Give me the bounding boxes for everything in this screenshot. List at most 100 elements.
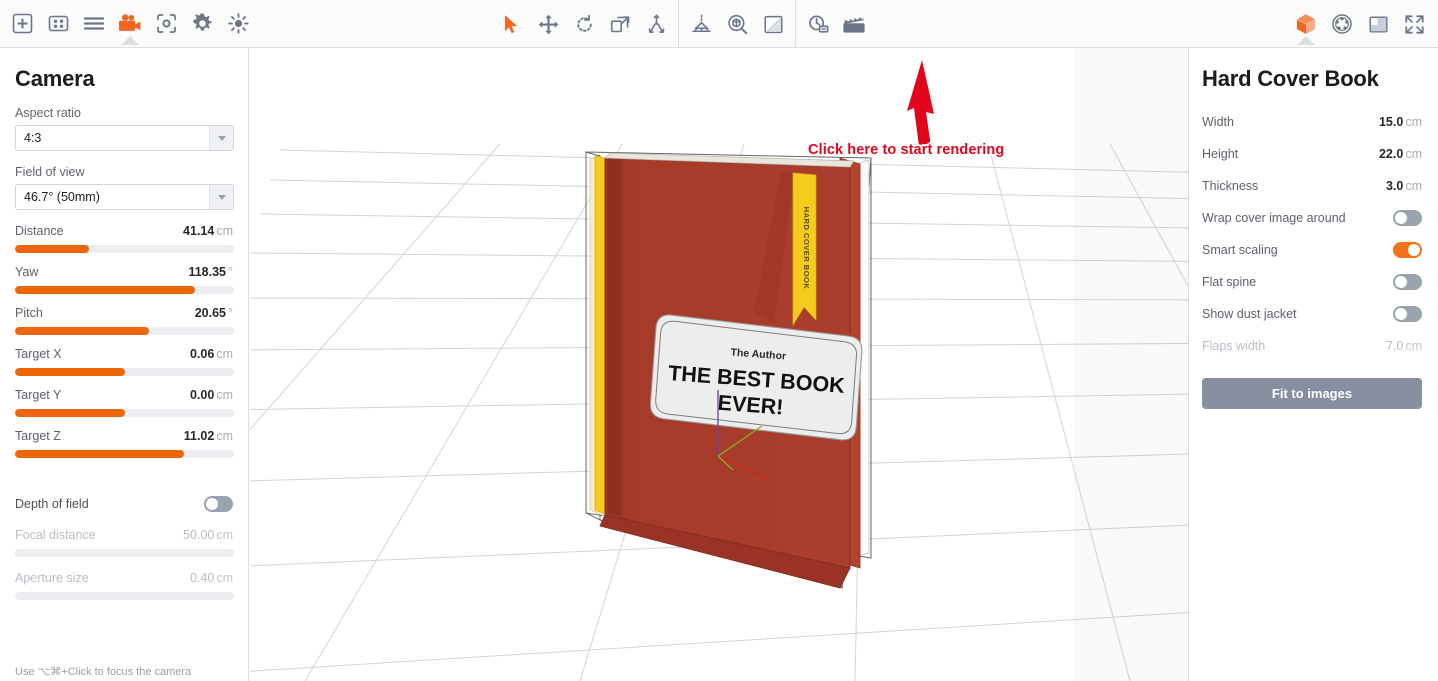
book-ribbon-text: HARD COVER BOOK xyxy=(802,207,811,290)
slider-label: Target Y xyxy=(15,388,62,402)
slider-track xyxy=(15,592,234,600)
toggle-row-smart-scaling: Smart scaling xyxy=(1202,234,1422,266)
field-of-view-label: Field of view xyxy=(15,165,85,179)
slider-track[interactable] xyxy=(15,245,234,253)
slider-value: 0.00 xyxy=(189,388,215,402)
slider-target-z: Target Z 11.02 cm xyxy=(15,429,234,458)
toggle-label: Wrap cover image around xyxy=(1202,211,1346,225)
object-panel-title: Hard Cover Book xyxy=(1202,66,1379,91)
property-value[interactable]: 15.0 cm xyxy=(1379,115,1422,129)
camera-panel-title: Camera xyxy=(15,66,95,91)
shading-icon[interactable] xyxy=(755,4,791,44)
materials-grid-icon[interactable] xyxy=(40,4,76,44)
toolbar-divider xyxy=(795,0,796,48)
slider-fill xyxy=(15,327,149,335)
slider-unit: ° xyxy=(228,265,233,279)
zoom-object-icon[interactable] xyxy=(719,4,755,44)
perspective-icon[interactable] xyxy=(683,4,719,44)
backdrop-icon[interactable] xyxy=(1360,4,1396,44)
slider-value: 0.06 xyxy=(189,347,215,361)
aspect-ratio-label: Aspect ratio xyxy=(15,106,82,120)
field-of-view-select[interactable]: 46.7° (50mm) xyxy=(15,184,234,210)
slider-fill xyxy=(15,409,125,417)
object-cube-icon[interactable] xyxy=(1288,4,1324,45)
slider-label: Target Z xyxy=(15,429,61,443)
property-row-height: Height 22.0 cm xyxy=(1202,138,1422,170)
active-tab-caret xyxy=(121,35,139,45)
scale-icon[interactable] xyxy=(602,4,638,44)
toggle-row-wrap-cover-image: Wrap cover image around xyxy=(1202,202,1422,234)
depth-of-field-label: Depth of field xyxy=(15,497,89,511)
slider-fill xyxy=(15,286,195,294)
property-row-width: Width 15.0 cm xyxy=(1202,106,1422,138)
toggle-label: Smart scaling xyxy=(1202,243,1278,257)
toggle-label: Show dust jacket xyxy=(1202,307,1297,321)
slider-track[interactable] xyxy=(15,327,234,335)
cursor-select-icon[interactable] xyxy=(494,4,530,44)
slider-label: Focal distance xyxy=(15,528,96,542)
slider-unit: cm xyxy=(216,388,233,402)
focus-target-icon[interactable] xyxy=(148,4,184,44)
slider-aperture-size: Aperture size 0.40 cm xyxy=(15,571,234,600)
slider-unit: ° xyxy=(228,306,233,320)
camera-icon[interactable] xyxy=(112,4,148,45)
annotation-label: Click here to start rendering xyxy=(808,142,1005,158)
property-unit: cm xyxy=(1405,147,1422,161)
wrap-cover-image-toggle[interactable] xyxy=(1393,210,1422,226)
slider-distance: Distance 41.14 cm xyxy=(15,224,234,253)
fit-to-images-button[interactable]: Fit to images xyxy=(1202,378,1422,409)
property-label: Thickness xyxy=(1202,179,1259,193)
gear-icon[interactable] xyxy=(184,4,220,44)
move-icon[interactable] xyxy=(530,4,566,44)
book-title-line2: EVER! xyxy=(717,391,784,420)
slider-value: 118.35 xyxy=(188,265,226,279)
fullscreen-icon[interactable] xyxy=(1396,4,1432,44)
property-label: Flaps width xyxy=(1202,339,1266,353)
property-row-flaps-width: Flaps width 7.0 cm xyxy=(1202,330,1422,362)
slider-yaw: Yaw 118.35 ° xyxy=(15,265,234,294)
slider-fill xyxy=(15,368,125,376)
property-value: 7.0 cm xyxy=(1385,339,1422,353)
toolbar-divider xyxy=(678,0,679,48)
show-dust-jacket-toggle[interactable] xyxy=(1393,306,1422,322)
property-value[interactable]: 22.0 cm xyxy=(1379,147,1422,161)
slider-target-y: Target Y 0.00 cm xyxy=(15,388,234,417)
aspect-ratio-select[interactable]: 4:3 xyxy=(15,125,234,151)
toggle-row-flat-spine: Flat spine xyxy=(1202,266,1422,298)
depth-of-field-toggle[interactable] xyxy=(204,496,233,512)
depth-of-field-row: Depth of field xyxy=(15,492,233,516)
slider-value: 0.40 xyxy=(189,571,215,585)
viewport-edge-shade xyxy=(1074,48,1188,681)
slider-value: 20.65 xyxy=(194,306,226,320)
distribute-icon[interactable] xyxy=(638,4,674,44)
property-row-thickness: Thickness 3.0 cm xyxy=(1202,170,1422,202)
render-movie-icon[interactable] xyxy=(836,4,872,44)
smart-scaling-toggle[interactable] xyxy=(1393,242,1422,258)
add-icon[interactable] xyxy=(4,4,40,44)
flat-spine-toggle[interactable] xyxy=(1393,274,1422,290)
property-label: Width xyxy=(1202,115,1234,129)
field-of-view-value: 46.7° (50mm) xyxy=(24,190,100,204)
rotate-icon[interactable] xyxy=(566,4,602,44)
slider-track[interactable] xyxy=(15,450,234,458)
slider-track[interactable] xyxy=(15,368,234,376)
chevron-down-icon xyxy=(209,185,233,209)
object-properties-panel: Hard Cover Book Width 15.0 cm Height 22.0… xyxy=(1188,48,1438,681)
main-toolbar xyxy=(0,0,1438,48)
slider-unit: cm xyxy=(216,571,233,585)
toolbar-left-group xyxy=(0,0,256,48)
render-preview-icon[interactable] xyxy=(800,4,836,44)
3d-viewport[interactable]: HARD COVER BOOK The Author THE BEST BOOK… xyxy=(250,48,1188,681)
slider-value: 11.02 xyxy=(183,429,215,443)
slider-label: Yaw xyxy=(15,265,39,279)
property-unit: cm xyxy=(1405,339,1422,353)
slider-track[interactable] xyxy=(15,409,234,417)
property-value[interactable]: 3.0 cm xyxy=(1386,179,1422,193)
environment-sphere-icon[interactable] xyxy=(1324,4,1360,44)
camera-panel: Camera Aspect ratio 4:3 Field of view 46… xyxy=(0,48,249,681)
slider-pitch: Pitch 20.65 ° xyxy=(15,306,234,335)
slider-track[interactable] xyxy=(15,286,234,294)
light-icon[interactable] xyxy=(220,4,256,44)
list-icon[interactable] xyxy=(76,4,112,44)
slider-track xyxy=(15,549,234,557)
